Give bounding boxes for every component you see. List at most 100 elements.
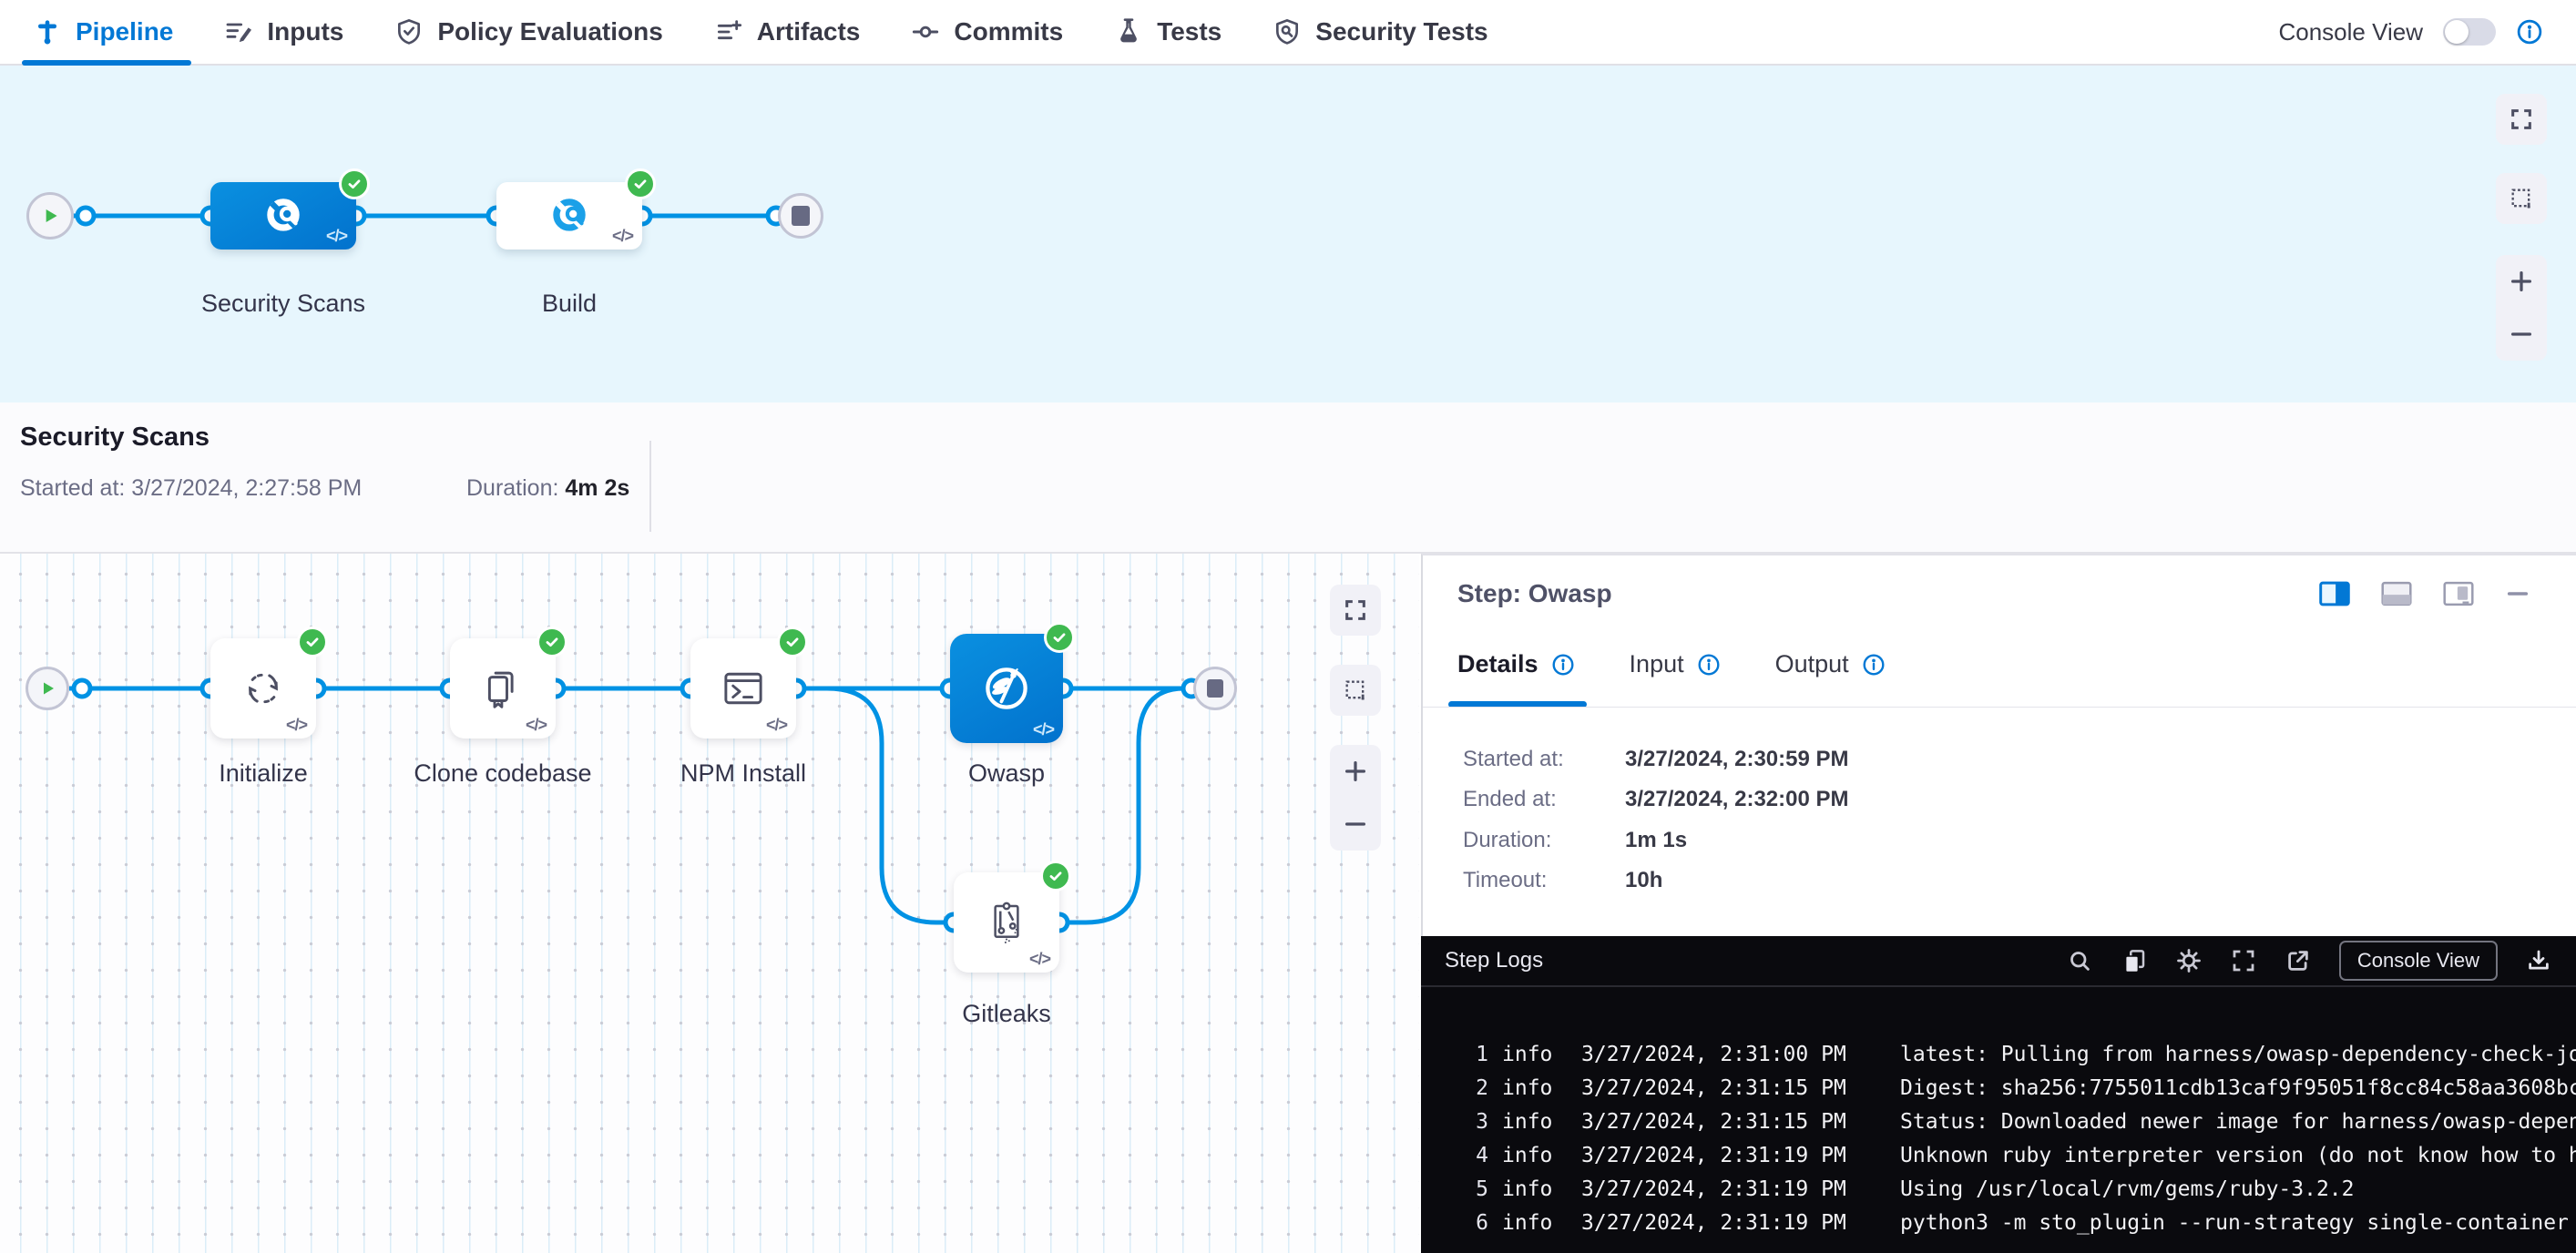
stage-started-at: Started at: 3/27/2024, 2:27:58 PM bbox=[20, 475, 362, 502]
minimize-icon[interactable] bbox=[2505, 581, 2530, 606]
log-level: info bbox=[1502, 1139, 1552, 1173]
layout-bottom-split-icon[interactable] bbox=[2381, 581, 2412, 606]
divider bbox=[1423, 707, 2576, 708]
step-details-panel: Step: Owasp Details Input bbox=[1421, 554, 2576, 936]
tab-commits[interactable]: Commits bbox=[911, 17, 1063, 46]
code-badge: </> bbox=[286, 716, 307, 735]
log-lines[interactable]: 1 info 3/27/2024, 2:31:00 PM latest: Pul… bbox=[1421, 1038, 2576, 1240]
tab-inputs[interactable]: Inputs bbox=[224, 17, 343, 46]
detail-row-duration: Duration: 1m 1s bbox=[1463, 828, 1687, 853]
settings-gear-icon[interactable] bbox=[2175, 947, 2203, 974]
step-node-owasp[interactable]: </> bbox=[950, 634, 1063, 743]
log-timestamp: 3/27/2024, 2:31:15 PM bbox=[1581, 1105, 1846, 1139]
zoom-out-icon[interactable] bbox=[2508, 321, 2535, 348]
layout-right-split-icon[interactable] bbox=[2319, 581, 2350, 606]
step-label-npm-install[interactable]: NPM Install bbox=[652, 759, 834, 788]
log-timestamp: 3/27/2024, 2:31:19 PM bbox=[1581, 1207, 1846, 1240]
commits-icon bbox=[911, 17, 940, 46]
stage-node-security-scans[interactable]: </> bbox=[210, 182, 356, 250]
info-icon[interactable] bbox=[2516, 18, 2543, 46]
log-line-number: 3 bbox=[1457, 1105, 1488, 1139]
logs-console-view-button[interactable]: Console View bbox=[2339, 941, 2498, 981]
step-panel-title: Step: Owasp bbox=[1457, 579, 1612, 608]
expand-fullscreen-icon[interactable] bbox=[2230, 947, 2257, 974]
log-level: info bbox=[1502, 1038, 1552, 1072]
inputs-icon bbox=[224, 17, 253, 46]
log-line-number: 5 bbox=[1457, 1173, 1488, 1207]
step-logs-toolbar: Console View bbox=[2066, 941, 2552, 981]
console-view-label: Console View bbox=[2278, 18, 2423, 46]
code-badge: </> bbox=[1033, 720, 1054, 739]
log-message: Digest: sha256:7755011cdb13caf9f95051f8c… bbox=[1900, 1072, 2576, 1105]
log-line: 5 info 3/27/2024, 2:31:19 PM Using /usr/… bbox=[1421, 1173, 2576, 1207]
log-line-number: 6 bbox=[1457, 1207, 1488, 1240]
fullscreen-icon bbox=[2509, 107, 2534, 132]
stage-graph-canvas[interactable]: </> Security Scans </> Build bbox=[0, 66, 2576, 402]
step-node-npm-install[interactable]: </> bbox=[690, 638, 796, 739]
tab-details[interactable]: Details bbox=[1457, 650, 1575, 678]
step-label-initialize[interactable]: Initialize bbox=[172, 759, 354, 788]
step-graph-canvas[interactable]: </> Initialize </> Clone codebase </> NP… bbox=[0, 554, 1419, 1253]
policy-evaluations-icon bbox=[394, 17, 424, 46]
steps-marquee-select-button[interactable] bbox=[1330, 665, 1381, 716]
console-view-toggle[interactable] bbox=[2443, 18, 2496, 46]
stage-label-build[interactable]: Build bbox=[478, 290, 660, 318]
detail-label: Timeout: bbox=[1463, 868, 1625, 893]
search-icon[interactable] bbox=[2066, 947, 2093, 974]
step-node-clone-codebase[interactable]: </> bbox=[450, 638, 556, 739]
copy-icon[interactable] bbox=[2121, 947, 2148, 974]
zoom-in-icon[interactable] bbox=[2508, 268, 2535, 295]
open-in-new-icon[interactable] bbox=[2285, 947, 2312, 974]
step-node-gitleaks[interactable]: </> bbox=[954, 872, 1059, 973]
log-message: latest: Pulling from harness/owasp-depen… bbox=[1900, 1038, 2576, 1072]
tab-policy-evaluations[interactable]: Policy Evaluations bbox=[394, 17, 662, 46]
log-line-number: 4 bbox=[1457, 1139, 1488, 1173]
tab-input[interactable]: Input bbox=[1630, 650, 1721, 678]
stage-fit-view-button[interactable] bbox=[2496, 94, 2547, 145]
layout-floating-icon[interactable] bbox=[2443, 581, 2474, 606]
step-panel-tabs: Details Input Output bbox=[1457, 650, 1886, 678]
tab-label: Details bbox=[1457, 650, 1538, 678]
stage-node-build[interactable]: </> bbox=[496, 182, 642, 250]
stage-info-band: Security Scans Started at: 3/27/2024, 2:… bbox=[0, 402, 2576, 554]
tab-output[interactable]: Output bbox=[1775, 650, 1886, 678]
download-icon[interactable] bbox=[2525, 947, 2552, 974]
step-label-owasp[interactable]: Owasp bbox=[915, 759, 1098, 788]
zoom-in-icon[interactable] bbox=[1342, 758, 1369, 785]
log-timestamp: 3/27/2024, 2:31:00 PM bbox=[1581, 1038, 1846, 1072]
tab-label: Artifacts bbox=[757, 17, 861, 46]
step-node-initialize[interactable]: </> bbox=[210, 638, 316, 739]
zoom-out-icon[interactable] bbox=[1342, 810, 1369, 838]
log-level: info bbox=[1502, 1105, 1552, 1139]
play-icon bbox=[36, 677, 58, 699]
stage-label-security-scans[interactable]: Security Scans bbox=[192, 290, 374, 318]
build-stage-icon bbox=[547, 193, 592, 239]
step-label-clone-codebase[interactable]: Clone codebase bbox=[412, 759, 594, 788]
stage-zoom-controls bbox=[2496, 255, 2547, 361]
step-logs-title: Step Logs bbox=[1445, 948, 1543, 973]
log-message: python3 -m sto_plugin --run-strategy sin… bbox=[1900, 1207, 2569, 1240]
success-badge bbox=[339, 168, 370, 199]
tab-label: Pipeline bbox=[76, 17, 173, 46]
steps-fit-view-button[interactable] bbox=[1330, 585, 1381, 636]
tab-tests[interactable]: Tests bbox=[1114, 17, 1222, 46]
tab-pipeline[interactable]: Pipeline bbox=[33, 17, 173, 46]
tab-artifacts[interactable]: Artifacts bbox=[714, 17, 861, 46]
success-badge bbox=[777, 626, 808, 657]
tab-label: Security Tests bbox=[1315, 17, 1487, 46]
detail-value: 1m 1s bbox=[1625, 828, 1687, 853]
success-badge bbox=[1044, 622, 1075, 653]
stop-icon bbox=[1207, 679, 1223, 698]
owasp-icon bbox=[979, 661, 1034, 716]
success-badge bbox=[297, 626, 328, 657]
nav-tabs: Pipeline Inputs Policy Evaluations bbox=[33, 17, 1488, 46]
detail-row-started: Started at: 3/27/2024, 2:30:59 PM bbox=[1463, 747, 1849, 772]
tab-label: Tests bbox=[1157, 17, 1222, 46]
step-label-gitleaks[interactable]: Gitleaks bbox=[915, 1000, 1098, 1028]
tab-security-tests[interactable]: Security Tests bbox=[1273, 17, 1487, 46]
step-start-node bbox=[26, 667, 69, 710]
stage-marquee-select-button[interactable] bbox=[2496, 173, 2547, 224]
step-logs-panel: Step Logs Console Vi bbox=[1421, 936, 2576, 1253]
code-badge: </> bbox=[326, 227, 347, 246]
log-timestamp: 3/27/2024, 2:31:15 PM bbox=[1581, 1072, 1846, 1105]
